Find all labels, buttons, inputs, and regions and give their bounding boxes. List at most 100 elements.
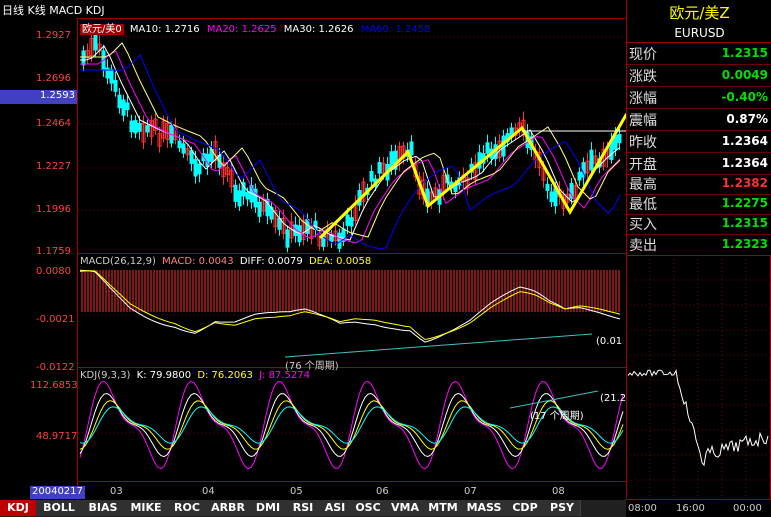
month-label: 08 [552,486,565,497]
kdj-trendline [509,390,599,409]
dea-line [79,270,621,341]
quote-row-price: 现价 1.2315 [627,42,771,65]
y-label: -0.0122 [36,362,75,373]
candle-body [193,159,198,177]
time-label: 16:00 [676,503,705,514]
quote-panel: 欧元/美Z EURUSD 现价 1.2315 涨跌 0.0049 涨幅 -0.40% … [626,0,771,256]
candle-body [133,120,138,134]
intraday-chart[interactable] [626,255,771,500]
tab-osc[interactable]: OSC [350,500,387,516]
macd-annotation: (0.01 [596,336,623,347]
tab-mike[interactable]: MIKE [124,500,169,516]
candle-body [93,34,98,51]
macd-value: MACD: 0.0043 [162,256,234,267]
y-label: 1.2927 [36,30,71,41]
macd-histogram [81,270,620,312]
quote-row-amplitude: 震幅 0.87% [627,108,771,131]
candle-body [369,170,374,182]
kdj-name: KDJ(9,3,3) [80,370,131,381]
y-label: 1.1759 [36,246,71,257]
month-label: 03 [110,486,123,497]
quote-row-change: 涨跌 0.0049 [627,64,771,87]
y-label: 1.2696 [36,73,71,84]
tab-vma[interactable]: VMA [386,500,425,516]
date-cursor: 20040217 [30,486,85,499]
y-label: 1.2227 [36,161,71,172]
candle-body [285,229,290,248]
candle-body [109,68,114,84]
y-label: -0.0021 [36,314,75,325]
quote-row-prevclose: 昨收 1.2364 [627,130,771,153]
symbol-label: 欧元/美0 [80,24,124,35]
candle-body [545,183,550,191]
tab-boll[interactable]: BOLL [36,500,83,516]
tab-kdj[interactable]: KDJ [0,500,37,516]
tab-asi[interactable]: ASI [320,500,351,516]
candle-body [549,191,554,203]
y-label: 112.6853 [30,380,78,391]
tab-cdp[interactable]: CDP [506,500,545,516]
month-label: 06 [376,486,389,497]
tab-mtm[interactable]: MTM [424,500,463,516]
candle-body [129,120,134,133]
candle-body [113,79,118,92]
month-label: 04 [202,486,215,497]
quote-title: 欧元/美Z [669,4,730,22]
zigzag-line [318,111,627,240]
month-label: 07 [464,486,477,497]
intraday-price-line [627,369,769,467]
tab-psy[interactable]: PSY [544,500,581,516]
ma10-label: MA10: 1.2716 [129,24,200,35]
month-label: 05 [290,486,303,497]
tab-dmi[interactable]: DMI [250,500,287,516]
quote-code: EURUSD [627,24,771,43]
candle-body [349,217,354,227]
macd-legend: MACD(26,12,9) MACD: 0.0043 DIFF: 0.0079 … [80,256,371,267]
diff-line [79,269,621,343]
candle-body [305,218,310,234]
candle-body [345,214,350,226]
candle-body [409,141,414,156]
candlestick-series [81,27,622,253]
dea-value: DEA: 0.0058 [308,256,372,267]
candle-body [137,122,142,132]
d-value: D: 76.2063 [197,370,253,381]
candle-body [121,99,126,116]
candle-body [125,102,130,111]
candle-body [177,140,182,149]
tab-rsi[interactable]: RSI [286,500,321,516]
indicator-tabs: KDJ BOLL BIAS MIKE ROC ARBR DMI RSI ASI OSC VMA MTM… [0,500,626,517]
candle-body [589,149,594,171]
kdj-annotation: (21.2 [600,393,627,404]
candle-body [245,191,250,200]
candle-body [81,50,86,66]
tab-bias[interactable]: BIAS [82,500,125,516]
candle-body [197,163,202,175]
candle-body [117,94,122,109]
quote-row-bid: 买入 1.2315 [627,212,771,235]
kdj-legend: KDJ(9,3,3) K: 79.9800 D: 76.2063 J: 87.5… [80,370,310,381]
candle-body [485,142,490,154]
quote-row-pct: 涨幅 -0.40% [627,86,771,109]
tab-mass[interactable]: MASS [462,500,507,516]
diff-value: DIFF: 0.0079 [239,256,303,267]
candle-body [145,125,150,133]
price-legend: 欧元/美0 MA10: 1.2716 MA20: 1.2625 MA30: 1.… [80,20,430,35]
current-price-marker: 1.2593 [0,90,77,104]
candle-body [237,190,242,207]
candle-body [181,143,186,154]
tab-arbr[interactable]: ARBR [206,500,251,516]
y-label: 0.0080 [36,266,71,277]
y-label: 1.1996 [36,204,71,215]
tab-roc[interactable]: ROC [168,500,207,516]
ma30-label: MA30: 1.2626 [283,24,354,35]
candle-body [233,184,238,202]
time-label: 08:00 [628,503,657,514]
kdj-annotation: (17 个周期) [530,411,584,422]
time-label: 00:00 [733,503,762,514]
quote-row-ask: 卖出 1.2323 [627,233,771,256]
candle-body [577,171,582,181]
y-label: 48.9717 [36,431,78,442]
candle-body [617,133,622,144]
k-value: K: 79.9800 [136,370,192,381]
